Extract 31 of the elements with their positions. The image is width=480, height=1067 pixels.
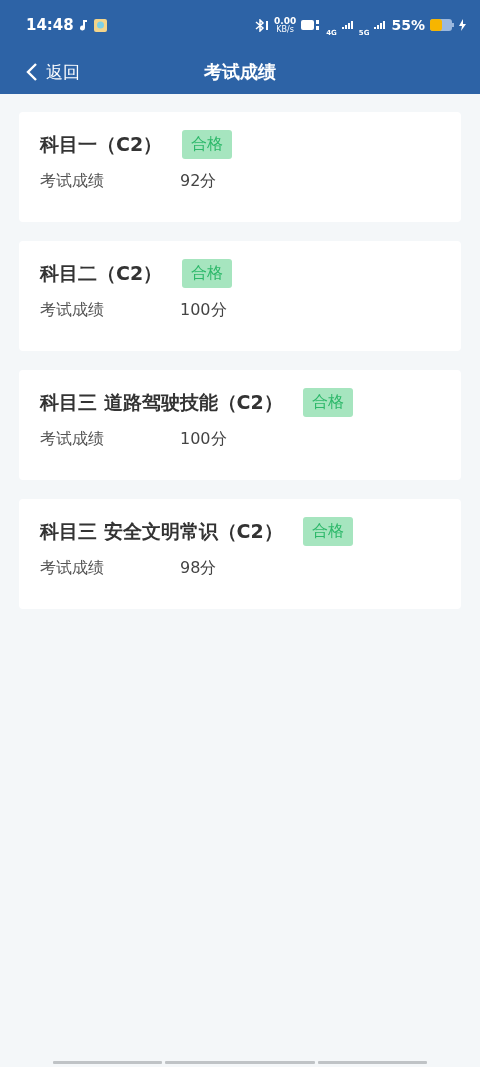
score-label: 考试成绩: [40, 300, 105, 321]
subject-name: 科目三 道路驾驶技能（C2）: [40, 389, 283, 415]
score-label: 考试成绩: [40, 558, 105, 579]
score-value: 100分: [180, 429, 227, 450]
status-badge: 合格: [182, 130, 233, 159]
status-badge: 合格: [302, 388, 353, 417]
score-label: 考试成绩: [40, 429, 105, 450]
signal-icon: [341, 21, 354, 29]
score-value: 100分: [180, 300, 227, 321]
status-badge: 合格: [302, 517, 353, 546]
status-time: 14:48: [26, 16, 74, 34]
back-chevron-icon: [26, 62, 38, 82]
subject-name: 科目二（C2）: [40, 260, 163, 286]
speed-unit: KB/s: [276, 25, 294, 34]
subject-name: 科目一（C2）: [40, 131, 163, 157]
battery-icon: [430, 19, 454, 31]
score-value: 98分: [180, 558, 217, 579]
score-value: 92分: [180, 171, 217, 192]
bluetooth-icon: [255, 18, 269, 32]
battery-percent: 55%: [391, 17, 425, 33]
music-note-icon: [79, 19, 88, 31]
back-button[interactable]: 返回: [0, 60, 80, 84]
hd-icon: [301, 19, 322, 31]
score-label: 考试成绩: [40, 171, 105, 192]
app-icon: [93, 18, 107, 32]
status-badge: 合格: [182, 259, 233, 288]
subject-name: 科目三 安全文明常识（C2）: [40, 518, 283, 544]
network-speed: 0.00: [274, 16, 297, 26]
page-title: 考试成绩: [204, 60, 276, 84]
charging-icon: [459, 19, 466, 31]
signal-icon: [374, 21, 387, 29]
